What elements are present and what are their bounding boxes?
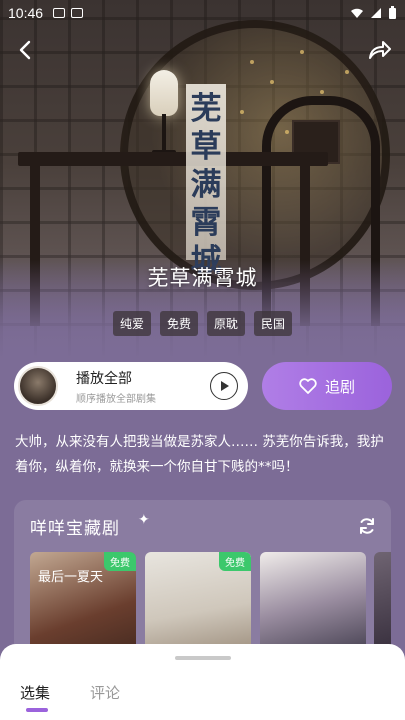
play-icon xyxy=(221,381,229,391)
lamp-stem xyxy=(162,114,166,154)
follow-label: 追剧 xyxy=(324,377,355,396)
status-notification-icons xyxy=(53,8,84,18)
poster-title-text: 最后一夏天 xyxy=(38,570,104,585)
play-all-text: 播放全部 顺序播放全部剧集 xyxy=(76,368,156,405)
table-top xyxy=(18,152,328,166)
refresh-icon xyxy=(360,518,374,534)
play-all-label: 播放全部 xyxy=(76,370,132,387)
poster-title-char: 满 xyxy=(190,167,222,203)
lamp-shade xyxy=(150,70,178,116)
sheet-drag-handle[interactable] xyxy=(175,656,231,660)
bottom-sheet: 选集 评论 xyxy=(0,644,405,720)
signal-icon xyxy=(371,8,381,18)
blossom-dot xyxy=(300,50,304,54)
blossom-dot xyxy=(270,80,274,84)
status-time: 10:46 xyxy=(8,5,44,21)
drama-title: 芜草满霄城 xyxy=(147,266,258,290)
share-button[interactable] xyxy=(365,36,393,64)
notification-icon xyxy=(53,8,66,18)
play-icon-button[interactable] xyxy=(210,372,238,400)
follow-button[interactable]: 追剧 xyxy=(262,362,392,410)
tag-row: 纯爱 免费 原耽 民国 xyxy=(0,311,405,336)
free-badge: 免费 xyxy=(104,552,136,571)
blossom-dot xyxy=(240,110,244,114)
refresh-button[interactable] xyxy=(357,516,377,536)
drama-description: 大帅，从来没有人把我当做是苏家人…… 苏芜你告诉我，我护着你，纵着你，就换来一个… xyxy=(15,434,384,475)
active-tab-indicator xyxy=(26,708,48,712)
status-bar: 10:46 xyxy=(0,0,405,26)
poster-title-char: 霄 xyxy=(190,205,222,241)
tag[interactable]: 原耽 xyxy=(207,311,246,336)
play-all-thumbnail xyxy=(18,366,58,406)
back-arrow-icon xyxy=(19,40,31,60)
recommendation-card: 咩咩宝藏剧 ✦ 最后一夏天 免费 免费 xyxy=(14,500,391,660)
notification-icon xyxy=(71,8,84,18)
play-all-subtitle: 顺序播放全部剧集 xyxy=(76,393,156,405)
poster-title-banner: 芜 草 满 霄 城 xyxy=(186,84,226,279)
tab-episodes[interactable]: 选集 xyxy=(20,682,50,703)
free-badge: 免费 xyxy=(219,552,251,571)
tag[interactable]: 免费 xyxy=(159,311,198,336)
poster-title-char: 芜 xyxy=(190,91,222,127)
blossom-dot xyxy=(320,90,324,94)
share-icon xyxy=(369,41,391,59)
recommendation-title: 咩咩宝藏剧 xyxy=(30,519,120,539)
tag[interactable]: 纯爱 xyxy=(112,311,151,336)
tab-comments[interactable]: 评论 xyxy=(90,682,120,703)
heart-icon xyxy=(299,378,317,394)
sparkle-icon: ✦ xyxy=(138,512,150,528)
battery-icon xyxy=(389,6,396,19)
blossom-dot xyxy=(345,70,349,74)
wifi-icon xyxy=(351,8,363,18)
play-all-button[interactable]: 播放全部 顺序播放全部剧集 xyxy=(14,362,248,410)
blossom-dot xyxy=(250,60,254,64)
tag[interactable]: 民国 xyxy=(254,311,293,336)
status-system-icons xyxy=(350,6,397,20)
back-button[interactable] xyxy=(12,36,40,64)
poster-title-char: 草 xyxy=(190,129,222,165)
hero-banner: 芜 草 满 霄 城 xyxy=(0,0,405,360)
